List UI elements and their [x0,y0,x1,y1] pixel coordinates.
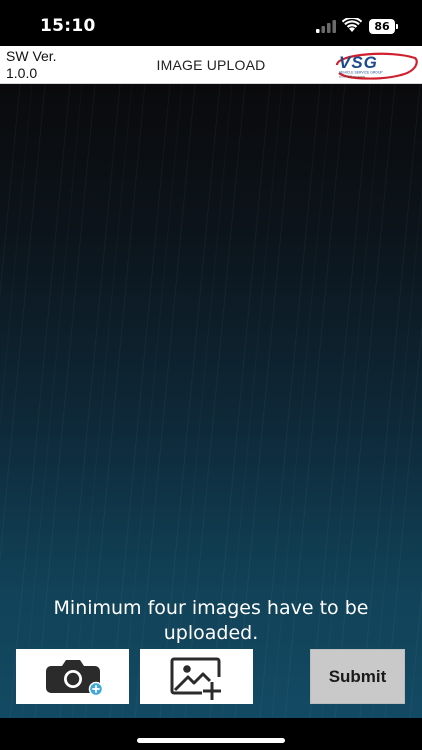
gallery-button[interactable] [140,649,253,704]
submit-button[interactable]: Submit [310,649,405,704]
vsg-logo: VSG VEHICLE SERVICE GROUP a DOVER compan… [335,52,418,80]
app-header: SW Ver. 1.0.0 IMAGE UPLOAD VSG VEHICLE S… [0,46,422,84]
status-time: 15:10 [40,16,96,36]
bottom-bar [0,718,422,750]
main-content: Minimum four images have to be uploaded.… [0,84,422,718]
gallery-add-icon [170,657,221,700]
wifi-icon [342,18,362,32]
battery-level: 86 [369,19,395,34]
signal-icon [316,20,336,33]
status-bar: 15:10 86 [0,0,422,46]
camera-button[interactable] [16,649,129,704]
camera-add-icon [46,660,104,697]
battery-icon: 86 [369,19,398,34]
svg-text:VSG: VSG [339,53,378,72]
svg-text:a DOVER company: a DOVER company [339,75,366,79]
home-indicator[interactable] [137,738,285,743]
minimum-images-message: Minimum four images have to be uploaded. [53,597,369,644]
